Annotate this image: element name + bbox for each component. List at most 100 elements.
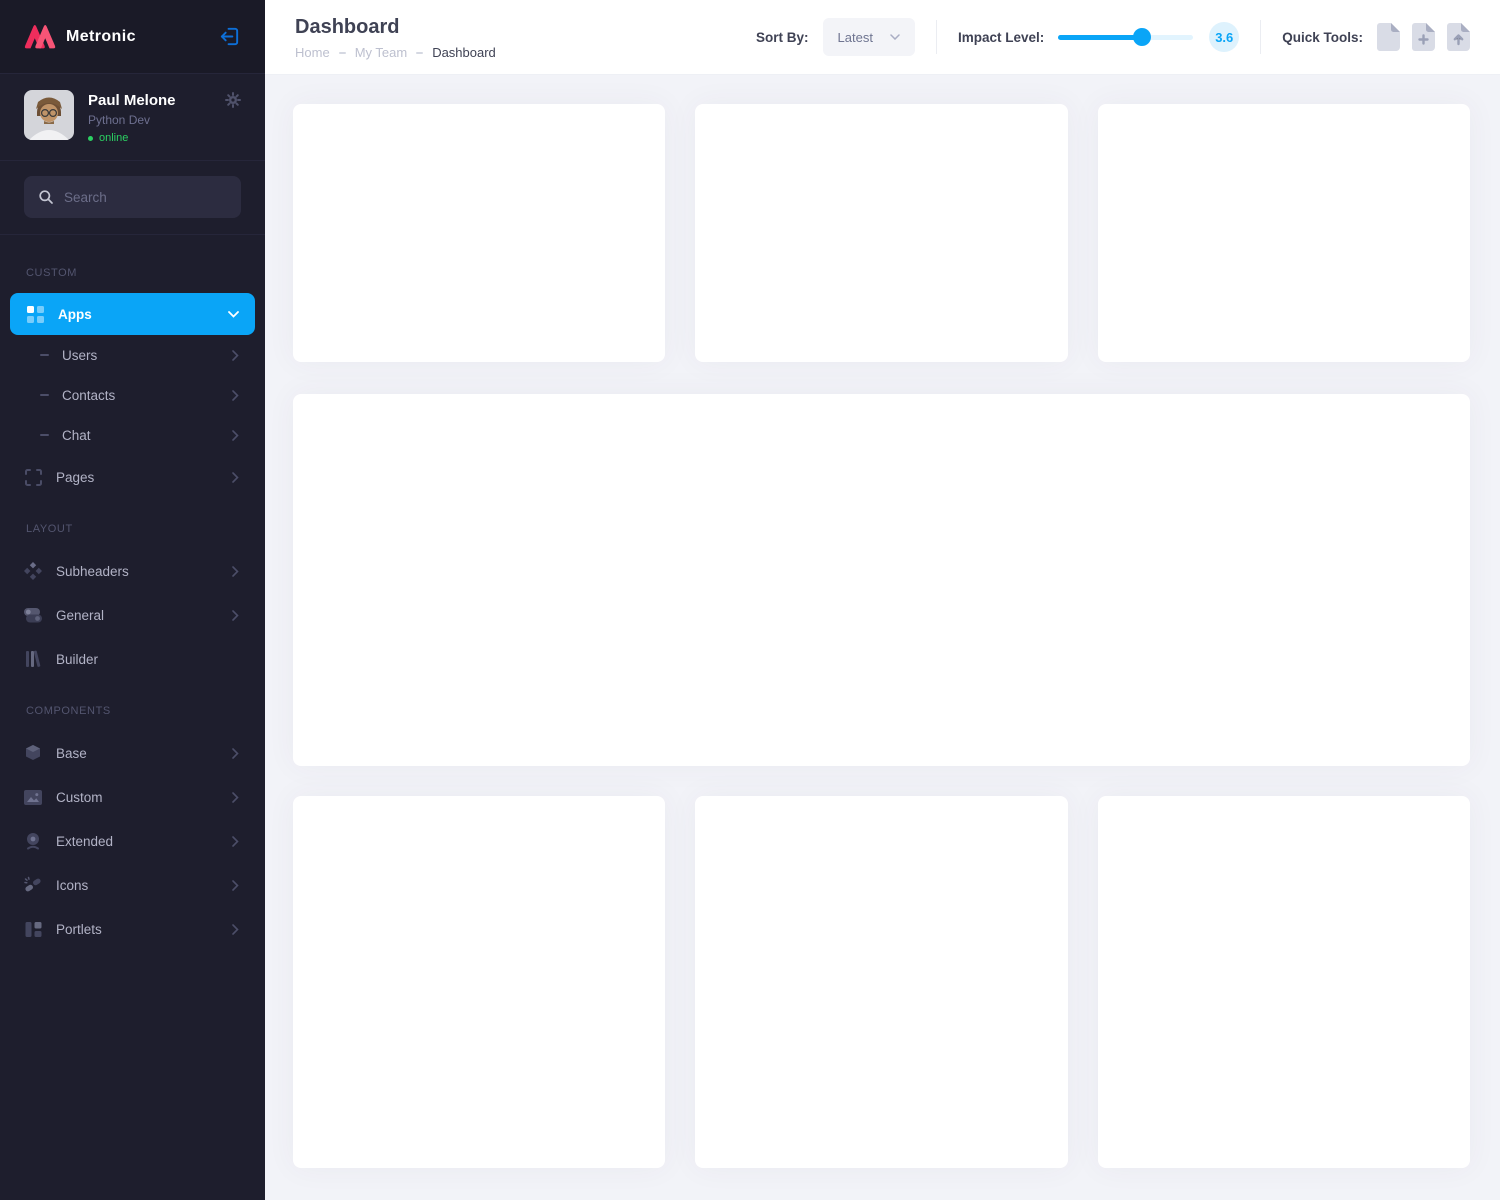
base-cube-icon [24,744,42,762]
metronic-logo-icon [24,23,56,50]
sidebar-item-contacts[interactable]: Contacts [0,375,265,415]
apps-grid-icon [26,306,44,323]
sidebar-item-chat[interactable]: Chat [0,415,265,455]
quick-tools-label: Quick Tools: [1282,30,1363,45]
chevron-right-icon [232,880,239,891]
sidebar-collapse-icon [218,25,241,48]
sidebar-item-subheaders[interactable]: Subheaders [0,549,265,593]
quick-tool-upload-file-button[interactable] [1447,23,1470,51]
breadcrumb-current: Dashboard [432,45,496,60]
chevron-right-icon [232,390,239,401]
gear-icon [225,92,241,108]
sidebar-collapse-button[interactable] [218,25,241,48]
sidebar-item-label: Portlets [56,922,232,937]
impact-slider-thumb[interactable] [1133,28,1151,46]
header-controls: Sort By: Latest Impact Level: 3.6 [756,18,1470,56]
dash-bullet-icon [40,394,49,396]
profile-role: Python Dev [88,113,176,127]
sidebar-item-label: Builder [56,652,239,667]
sidebar-item-label: Icons [56,878,232,893]
breadcrumb: Home My Team Dashboard [295,45,496,60]
impact-slider-track [1058,35,1193,40]
profile-settings-button[interactable] [223,90,243,110]
sidebar-item-icons[interactable]: Icons [0,863,265,907]
chevron-down-icon [228,311,239,318]
extended-icon [24,832,42,850]
sidebar-item-label: Chat [62,428,232,443]
card-top-3 [1098,104,1470,362]
section-label-layout: LAYOUT [0,523,265,535]
sidebar-item-general[interactable]: General [0,593,265,637]
profile-status: online [88,132,176,144]
sidebar-item-builder[interactable]: Builder [0,637,265,681]
impact-value-badge: 3.6 [1209,22,1239,52]
top-card-row [293,104,1470,362]
subheaders-icon [24,562,42,580]
impact-level-label: Impact Level: [958,30,1044,45]
file-plus-icon [1412,23,1435,51]
chevron-right-icon [232,924,239,935]
sidebar-item-label: Base [56,746,232,761]
breadcrumb-separator [339,52,346,54]
quick-tool-file-button[interactable] [1377,23,1400,51]
file-upload-icon [1447,23,1470,51]
sidebar-item-custom[interactable]: Custom [0,775,265,819]
quick-tool-add-file-button[interactable] [1412,23,1435,51]
search-icon [38,189,54,205]
sidebar-item-extended[interactable]: Extended [0,819,265,863]
profile-card: Paul Melone Python Dev online [0,74,265,161]
icons-link-icon [24,876,42,894]
sidebar-item-label: Contacts [62,388,232,403]
breadcrumb-home[interactable]: Home [295,45,330,60]
sidebar-item-portlets[interactable]: Portlets [0,907,265,951]
sidebar: Metronic [0,0,265,1200]
sort-select[interactable]: Latest [823,18,915,56]
section-label-components: COMPONENTS [0,705,265,717]
app-root: Metronic [0,0,1500,1200]
dash-bullet-icon [40,434,49,436]
sidebar-item-label: Users [62,348,232,363]
chevron-right-icon [232,350,239,361]
chevron-right-icon [232,792,239,803]
avatar[interactable] [24,90,74,140]
card-top-1 [293,104,665,362]
dashboard-content [265,75,1500,1198]
brand-name: Metronic [66,28,218,46]
profile-name[interactable]: Paul Melone [88,92,176,109]
sort-by-label: Sort By: [756,30,809,45]
search-input-box[interactable] [24,176,241,218]
online-dot [88,136,93,141]
profile-info: Paul Melone Python Dev online [88,90,176,144]
custom-image-icon [24,790,42,805]
impact-slider-fill [1058,35,1142,40]
search-input[interactable] [64,190,227,205]
card-bottom-3 [1098,796,1470,1168]
search-section [0,161,265,235]
file-icon [1377,23,1400,51]
sidebar-brand: Metronic [0,0,265,74]
card-wide [293,394,1470,766]
general-icon [24,608,42,623]
breadcrumb-my-team[interactable]: My Team [355,45,408,60]
impact-slider[interactable] [1058,28,1193,46]
sort-select-value: Latest [838,30,873,45]
dash-bullet-icon [40,354,49,356]
breadcrumb-separator [416,52,423,54]
online-status-text: online [99,132,128,144]
sidebar-item-base[interactable]: Base [0,731,265,775]
title-block: Dashboard Home My Team Dashboard [295,14,496,60]
section-label-custom: CUSTOM [0,267,265,279]
sidebar-item-apps[interactable]: Apps [10,293,255,335]
sidebar-item-label: Pages [56,470,232,485]
sidebar-item-label: General [56,608,232,623]
chevron-right-icon [232,472,239,483]
sidebar-item-users[interactable]: Users [0,335,265,375]
portlets-icon [24,921,42,938]
sidebar-item-label: Subheaders [56,564,232,579]
page-title: Dashboard [295,16,496,39]
card-bottom-2 [695,796,1067,1168]
sidebar-item-pages[interactable]: Pages [0,455,265,499]
sidebar-item-label: Custom [56,790,232,805]
pages-icon [24,469,42,486]
header-divider [1260,20,1261,54]
